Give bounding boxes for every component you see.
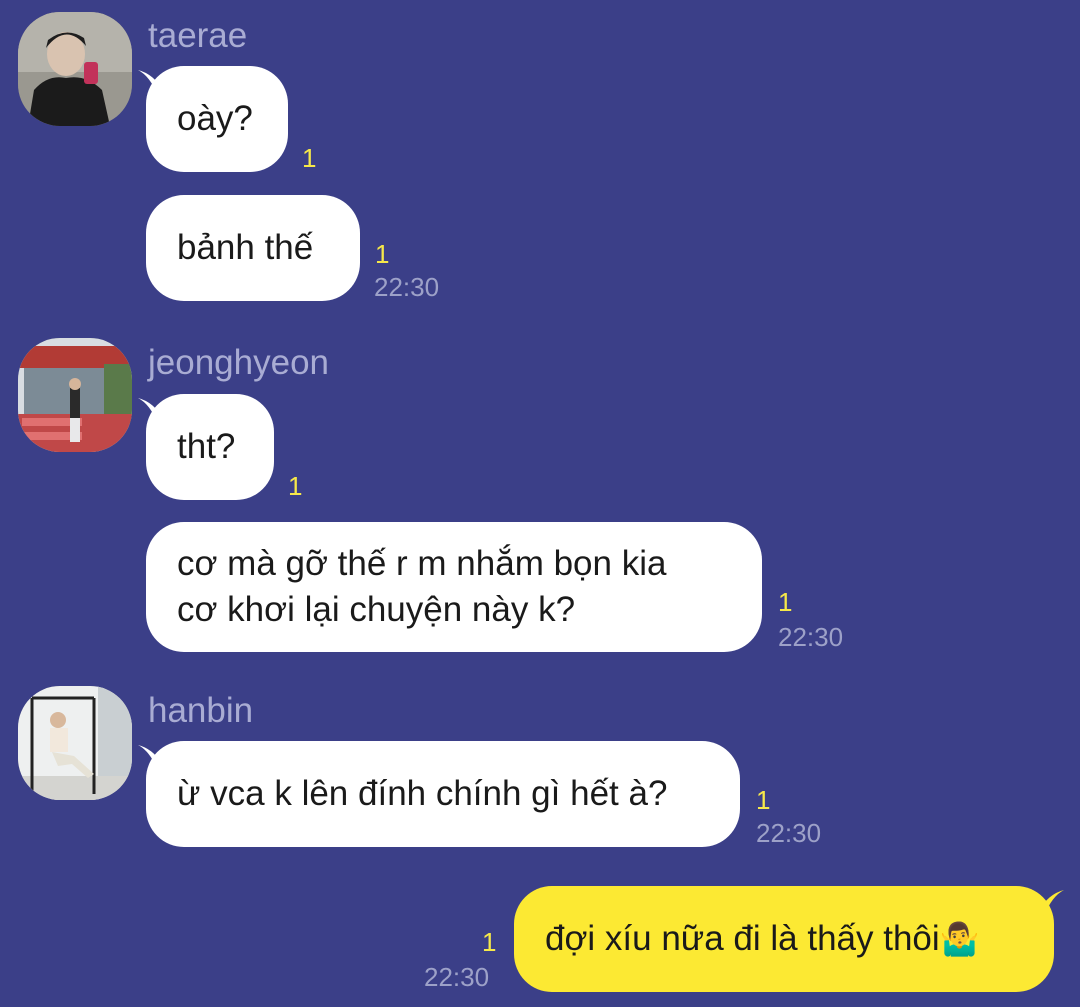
avatar-hanbin[interactable] <box>18 686 132 800</box>
message-text: bảnh thế <box>177 228 314 267</box>
message-bubble[interactable]: bảnh thế <box>146 195 360 301</box>
message-text: cơ mà gỡ thế r m nhắm bọn kia cơ khơi lạ… <box>177 544 667 629</box>
unread-count: 1 <box>756 785 771 815</box>
message-bubble[interactable]: tht? <box>146 394 274 500</box>
message-text: ừ vca k lên đính chính gì hết à? <box>177 774 668 813</box>
bubble-tail <box>1038 890 1064 916</box>
message-bubble[interactable]: oày? <box>146 66 288 172</box>
unread-count: 1 <box>288 471 303 501</box>
avatar-taerae[interactable] <box>18 12 132 126</box>
message-timestamp: 22:30 <box>424 962 490 992</box>
sender-name-hanbin: hanbin <box>148 691 254 730</box>
message-bubble[interactable]: cơ mà gỡ thế r m nhắm bọn kia cơ khơi lạ… <box>146 522 762 652</box>
sender-name-jeonghyeon: jeonghyeon <box>148 343 329 382</box>
unread-count: 1 <box>375 239 390 269</box>
message-text: tht? <box>177 427 236 466</box>
sender-name-taerae: taerae <box>148 16 248 55</box>
message-bubble[interactable]: ừ vca k lên đính chính gì hết à? <box>146 741 740 847</box>
unread-count: 1 <box>482 927 497 957</box>
shrug-emoji-icon: 🤷‍♂️ <box>939 921 980 957</box>
message-timestamp: 22:30 <box>778 622 844 652</box>
unread-count: 1 <box>302 143 317 173</box>
my-message-bubble[interactable]: đợi xíu nữa đi là thấy thôi 🤷‍♂️ <box>514 886 1054 992</box>
message-text: đợi xíu nữa đi là thấy thôi <box>545 919 940 958</box>
chat-room: taerae oày? 1 bảnh thế 1 22:30 jeonghyeo… <box>0 0 1080 1007</box>
message-timestamp: 22:30 <box>374 272 440 302</box>
message-timestamp: 22:30 <box>756 818 822 848</box>
avatar-jeonghyeon[interactable] <box>18 338 132 452</box>
unread-count: 1 <box>778 587 793 617</box>
message-text: oày? <box>177 99 253 138</box>
